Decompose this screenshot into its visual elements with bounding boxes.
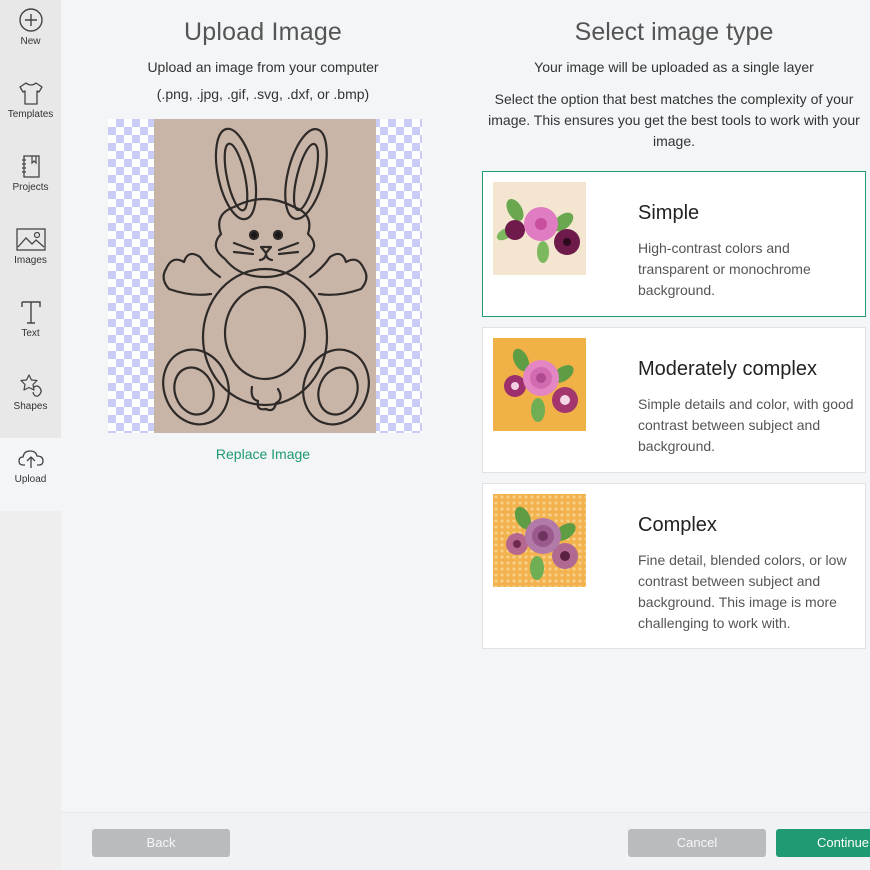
sidebar-item-label: New [20,36,41,47]
tshirt-icon [18,82,43,105]
simple-flower-thumbnail [493,182,586,275]
notebook-icon [21,155,40,178]
continue-button[interactable]: Continue [776,829,870,857]
sidebar-item-new[interactable]: New [0,0,61,73]
sidebar-item-label: Templates [7,109,54,120]
sidebar-item-text[interactable]: Text [0,292,61,365]
sidebar-item-label: Text [21,328,40,339]
option-description: High-contrast colors and transparent or … [638,240,811,298]
sidebar-empty-area [0,500,61,870]
image-type-subtitle: Your image will be uploaded as a single … [534,59,814,75]
back-button[interactable]: Back [92,829,230,857]
text-t-icon [20,301,41,324]
plus-circle-icon [18,8,43,32]
sidebar: New Templates Projects Images Text Shape… [0,0,61,870]
sidebar-item-upload[interactable]: Upload [0,438,61,511]
option-description: Simple details and color, with good cont… [638,396,854,454]
image-type-description: Select the option that best matches the … [488,91,860,149]
uploaded-image [154,119,376,433]
image-type-option-complex[interactable]: Complex Fine detail, blended colors, or … [482,483,866,649]
upload-subtitle: Upload an image from your computer [147,59,379,75]
cloud-upload-icon [17,450,44,468]
sidebar-item-label: Upload [14,474,47,485]
image-preview [108,119,422,433]
sidebar-item-label: Images [14,255,47,266]
option-description: Fine detail, blended colors, or low cont… [638,552,847,631]
flower-icon [504,348,578,422]
upload-file-types: (.png, .jpg, .gif, .svg, .dxf, or .bmp) [156,86,370,102]
sidebar-item-images[interactable]: Images [0,219,61,292]
option-name: Moderately complex [638,358,817,380]
upload-title: Upload Image [183,18,343,46]
complex-flower-thumbnail [493,494,586,587]
shapes-icon [19,374,42,397]
image-type-option-simple[interactable]: Simple High-contrast colors and transpar… [482,171,866,317]
flower-icon [506,506,578,580]
flower-icon [496,199,580,263]
sidebar-item-label: Shapes [13,401,48,412]
sidebar-item-projects[interactable]: Projects [0,146,61,219]
image-type-option-moderately-complex[interactable]: Moderately complex Simple details and co… [482,327,866,473]
sidebar-item-templates[interactable]: Templates [0,73,61,146]
bunny-drawing [162,127,370,426]
sidebar-item-label: Projects [12,182,49,193]
option-name: Complex [638,514,717,536]
replace-image-link[interactable]: Replace Image [108,446,418,462]
cancel-button[interactable]: Cancel [628,829,766,857]
sidebar-item-shapes[interactable]: Shapes [0,365,61,438]
option-name: Simple [638,202,700,224]
picture-icon [15,228,46,251]
moderate-flower-thumbnail [493,338,586,431]
image-type-title: Select image type [574,18,774,46]
